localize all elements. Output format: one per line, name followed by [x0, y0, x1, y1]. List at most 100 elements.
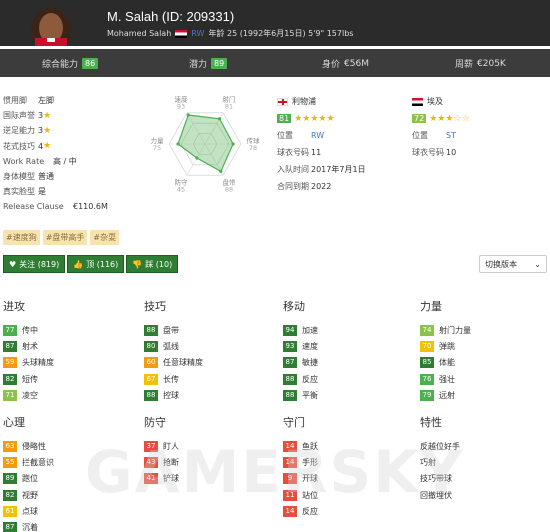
position-link[interactable]: RW [191, 29, 204, 38]
attribute-value: 89 [3, 473, 17, 485]
attribute-value: 61 [3, 505, 17, 517]
attribute-value: 88 [283, 389, 297, 401]
attribute-row: 77 传中 [3, 322, 54, 338]
downvote-button[interactable]: 👎 踩 (10) [126, 255, 179, 273]
radar-value: 78 [249, 144, 257, 152]
attribute-row: 41 铲球 [144, 471, 179, 487]
nation-name[interactable]: 埃及 [427, 96, 443, 107]
attribute-value: 87 [3, 340, 17, 352]
attribute-value: 11 [283, 489, 297, 501]
follow-button[interactable]: ♥ 关注 (819) [3, 255, 66, 273]
attribute-row: 60 任意球精度 [144, 355, 203, 371]
attribute-name: 开球 [302, 474, 318, 484]
club-contract-row: 合同到期 2022 [277, 182, 332, 191]
attribute-value: 77 [3, 324, 17, 336]
attribute-value: 88 [283, 373, 297, 385]
attribute-name: 侵略性 [22, 441, 46, 451]
attribute-name: 点球 [22, 506, 38, 516]
attribute-value: 70 [420, 340, 434, 352]
nation-position-row: 位置 ST [412, 131, 456, 140]
attribute-row: 63 侵略性 [3, 438, 54, 454]
tag-flair[interactable]: #杂耍 [90, 230, 120, 245]
attribute-value: 41 [144, 473, 158, 485]
attribute-row: 85 体能 [420, 355, 471, 371]
attribute-name: 弧线 [163, 341, 179, 351]
attribute-value: 14 [283, 456, 297, 468]
club-name[interactable]: 利物浦 [292, 96, 316, 107]
radar-point [195, 156, 199, 160]
summary-bar: 综合能力 86 潜力 89 身价 €56M 周薪 €205K [0, 49, 550, 77]
info-row: Work Rate 高 / 中 [3, 156, 77, 166]
attribute-name: 强壮 [439, 374, 455, 384]
info-row: 国际声誉 3 ★ [3, 110, 52, 121]
section-title: 进攻 [3, 300, 25, 313]
section-3: 力量 74 射门力量 70 弹跳 85 体能 76 强壮 79 远射 [420, 298, 471, 403]
club-info: 利物浦 81 ★★★★★ 位置 RW 球衣号码 11 入队时间 2017年7月1日 合… [277, 93, 407, 195]
attribute-row: 59 头球精度 [3, 355, 54, 371]
thumbs-down-icon: 👎 [132, 259, 143, 269]
section-title: 移动 [283, 300, 305, 313]
radar-point [186, 113, 190, 117]
section-0: 进攻 77 传中 87 射术 59 头球精度 82 短传 71 凌空 [3, 298, 54, 403]
tag-speed[interactable]: #速度狗 [3, 230, 40, 245]
club-joined-row: 入队时间 2017年7月1日 [277, 165, 366, 174]
attribute-row: 回撤埋伏 [420, 487, 460, 503]
attribute-row: 76 强壮 [420, 371, 471, 387]
attribute-value: 9 [283, 473, 297, 485]
attribute-row: 37 盯人 [144, 438, 179, 454]
player-photo [13, 0, 90, 46]
player-details: 年龄 25 (1992年6月15日) 5'9" 157lbs [208, 29, 354, 38]
nation-number-row: 球衣号码 10 [412, 148, 457, 157]
info-row: 真实脸型是 [3, 187, 46, 197]
attribute-row: 70 弹跳 [420, 338, 471, 354]
attribute-row: 87 射术 [3, 338, 54, 354]
attribute-row: 14 手形 [283, 454, 318, 470]
attribute-name: 传中 [22, 325, 38, 335]
nation-name-row: 埃及 [412, 93, 542, 110]
attribute-name: 抢断 [163, 457, 179, 467]
attribute-name: 回撤埋伏 [420, 490, 452, 500]
info-row: 惯用脚 左脚 [3, 96, 54, 106]
attribute-value: 94 [283, 324, 297, 336]
attribute-name: 反应 [302, 374, 318, 384]
attribute-name: 加速 [302, 325, 318, 335]
attribute-name: 弹跳 [439, 341, 455, 351]
attribute-name: 视野 [22, 490, 38, 500]
attribute-value: 82 [3, 489, 17, 501]
section-7: 特性 反越位好手 巧射 技巧带球 回撤埋伏 [420, 414, 460, 503]
attribute-row: 61 点球 [3, 503, 54, 519]
heart-icon: ♥ [9, 259, 17, 269]
nation-rating-row: 72 ★★★☆☆ [412, 110, 542, 127]
attribute-row: 82 短传 [3, 371, 54, 387]
attribute-name: 盯人 [163, 441, 179, 451]
version-select[interactable]: 切换版本 ⌄ [479, 255, 547, 273]
attribute-value: 14 [283, 505, 297, 517]
attribute-value: 85 [420, 357, 434, 369]
attribute-name: 远射 [439, 390, 455, 400]
player-tags: #速度狗 #盘带高手 #杂耍 [3, 230, 120, 245]
attribute-value: 93 [283, 340, 297, 352]
attribute-name: 反越位好手 [420, 441, 460, 451]
info-row: 花式技巧 4 ★ [3, 141, 52, 152]
thumbs-up-icon: 👍 [73, 259, 84, 269]
egypt-flag-icon [175, 29, 188, 38]
radar-point [219, 169, 223, 174]
attribute-row: 74 射门力量 [420, 322, 471, 338]
attribute-row: 88 平衡 [283, 387, 318, 403]
tag-dribbler[interactable]: #盘带高手 [42, 230, 88, 245]
section-title: 力量 [420, 300, 442, 313]
attribute-name: 控球 [163, 390, 179, 400]
star-icon: ★ [43, 141, 52, 152]
attribute-row: 88 控球 [144, 387, 203, 403]
attribute-name: 长传 [163, 374, 179, 384]
upvote-button[interactable]: 👍 顶 (116) [67, 255, 125, 273]
attribute-name: 速度 [302, 341, 318, 351]
attribute-value: 14 [283, 440, 297, 452]
attribute-row: 14 反应 [283, 503, 318, 519]
attribute-value: 59 [3, 357, 17, 369]
player-info: 惯用脚 左脚 国际声誉 3 ★ 逆足能力 3 ★ 花式技巧 4 ★ Work Rate 高 / 中… [3, 93, 153, 215]
attribute-row: 88 反应 [283, 371, 318, 387]
attribute-name: 反应 [302, 506, 318, 516]
attribute-name: 站位 [302, 490, 318, 500]
attribute-name: 盘带 [163, 325, 179, 335]
